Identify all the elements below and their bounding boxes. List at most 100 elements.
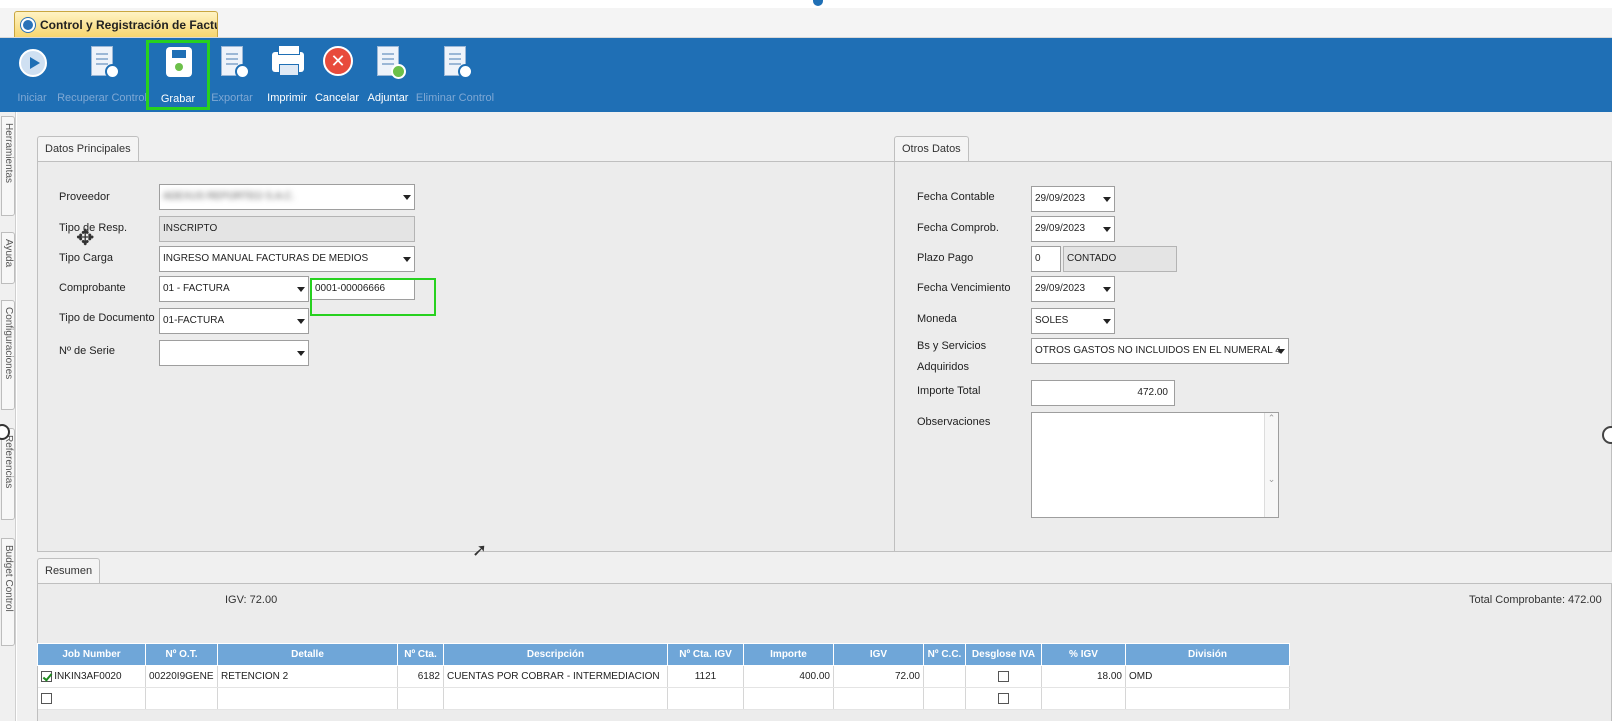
tipo-documento-select[interactable]: 01-FACTURA [159, 308, 309, 334]
importe-total-input[interactable]: 472.00 [1031, 380, 1175, 406]
serie-label: Nº de Serie [59, 345, 115, 357]
desglose-checkbox[interactable] [998, 692, 1009, 704]
fecha-comprob-picker[interactable]: 29/09/2023 [1031, 216, 1115, 242]
chevron-down-icon [1103, 287, 1111, 292]
side-tab-herramientas[interactable]: Herramientas [1, 116, 15, 216]
proveedor-select[interactable]: ADEXUS REPORTEO S.A.C. [159, 184, 415, 210]
bienes-servicios-label-2: Adquiridos [917, 361, 969, 373]
pct-igv-cell[interactable] [1041, 687, 1126, 710]
proveedor-value: ADEXUS REPORTEO S.A.C. [163, 191, 295, 202]
row-select-checkbox[interactable] [40, 692, 52, 704]
move-cursor-icon: ✥ [76, 226, 95, 251]
tab-resumen[interactable]: Resumen [37, 558, 101, 584]
importe-cell[interactable]: 400.00 [743, 665, 834, 688]
column-header[interactable]: Nº Cta. IGV [667, 643, 744, 666]
igv-cell[interactable] [833, 687, 924, 710]
observaciones-scrollbar[interactable]: ⌃ ⌄ [1264, 413, 1278, 517]
column-header[interactable]: Job Number [37, 643, 146, 666]
adjuntar-button[interactable]: Adjuntar [364, 42, 412, 108]
division-cell[interactable]: OMD [1125, 665, 1290, 688]
serie-select[interactable] [159, 340, 309, 366]
column-header[interactable]: Nº Cta. [397, 643, 444, 666]
moneda-select[interactable]: SOLES [1031, 308, 1115, 334]
observaciones-textarea[interactable]: ⌃ ⌄ [1031, 412, 1279, 518]
moneda-value: SOLES [1035, 315, 1069, 326]
total-comprobante-summary: Total Comprobante: 472.00 [1469, 594, 1602, 606]
column-header[interactable]: Desglose IVA [965, 643, 1042, 666]
ot-cell[interactable]: 00220I9GENE [145, 665, 218, 688]
column-header[interactable]: Nº C.C. [923, 643, 966, 666]
cta-cell[interactable]: 6182 [397, 665, 444, 688]
document-tab-strip: Control y Registración de Factura... [0, 8, 1612, 38]
cc-cell[interactable] [923, 687, 966, 710]
cancelar-button[interactable]: ✕ Cancelar [314, 42, 360, 108]
comprobante-select[interactable]: 01 - FACTURA [159, 276, 309, 302]
tab-otros-datos[interactable]: Otros Datos [894, 136, 969, 162]
plazo-pago-input[interactable]: 0 [1031, 246, 1061, 272]
detalle-cell[interactable]: RETENCION 2 [217, 665, 398, 688]
fecha-vencimiento-picker[interactable]: 29/09/2023 [1031, 276, 1115, 302]
tab-datos-principales[interactable]: Datos Principales [37, 136, 139, 162]
side-tab-ayuda[interactable]: Ayuda [1, 232, 15, 284]
chevron-down-icon [1103, 227, 1111, 232]
pct-igv-cell[interactable]: 18.00 [1041, 665, 1126, 688]
descripcion-cell[interactable]: CUENTAS POR COBRAR - INTERMEDIACION [443, 665, 668, 688]
desglose-cell[interactable] [965, 687, 1042, 710]
cta-igv-cell[interactable]: 1121 [667, 665, 744, 688]
chevron-down-icon [1277, 349, 1285, 354]
job-number-value: INKIN3AF0020 [54, 671, 122, 683]
side-tab-configuraciones[interactable]: Configuraciones [1, 300, 15, 410]
side-tab-label: Referencias [3, 435, 14, 489]
side-tab-referencias[interactable]: Referencias [1, 428, 15, 520]
imprimir-button[interactable]: Imprimir [264, 42, 310, 108]
bienes-servicios-label: Bs y Servicios [917, 340, 987, 352]
grabar-button[interactable]: Grabar [146, 40, 210, 110]
bienes-servicios-select[interactable]: OTROS GASTOS NO INCLUIDOS EN EL NUMERAL … [1031, 338, 1289, 364]
column-header[interactable]: Nº O.T. [145, 643, 218, 666]
fecha-comprob-value: 29/09/2023 [1035, 223, 1086, 234]
side-tab-budget-control[interactable]: Budget Control [1, 538, 15, 646]
tipo-resp-value: INSCRIPTO [163, 223, 218, 234]
table-row[interactable]: INKIN3AF0020 00220I9GENE RETENCION 2 618… [37, 665, 1290, 688]
importe-total-label: Importe Total [917, 385, 981, 397]
igv-cell[interactable]: 72.00 [833, 665, 924, 688]
column-header[interactable]: Descripción [443, 643, 668, 666]
column-header[interactable]: Importe [743, 643, 834, 666]
desglose-checkbox[interactable] [998, 670, 1009, 682]
row-select-checkbox[interactable] [40, 670, 52, 682]
exportar-button[interactable]: Exportar [208, 42, 256, 108]
plazo-pago-desc-value: CONTADO [1067, 253, 1117, 264]
job-number-cell[interactable] [37, 687, 146, 710]
column-header[interactable]: Detalle [217, 643, 398, 666]
cc-cell[interactable] [923, 665, 966, 688]
cta-cell[interactable] [397, 687, 444, 710]
comprobante-label: Comprobante [59, 282, 126, 294]
ot-cell[interactable] [145, 687, 218, 710]
importe-cell[interactable] [743, 687, 834, 710]
column-header[interactable]: IGV [833, 643, 924, 666]
descripcion-cell[interactable] [443, 687, 668, 710]
side-tab-label: Budget Control [3, 545, 14, 612]
tipo-carga-select[interactable]: INGRESO MANUAL FACTURAS DE MEDIOS [159, 246, 415, 272]
iniciar-button[interactable]: Iniciar [10, 42, 54, 108]
moneda-label: Moneda [917, 313, 957, 325]
desglose-cell[interactable] [965, 665, 1042, 688]
detalle-cell[interactable] [217, 687, 398, 710]
cta-igv-cell[interactable] [667, 687, 744, 710]
tipo-documento-value: 01-FACTURA [163, 315, 225, 326]
table-row[interactable] [37, 687, 1290, 710]
recuperar-control-button[interactable]: Recuperar Control [57, 42, 147, 108]
eliminar-control-button[interactable]: Eliminar Control [414, 42, 496, 108]
document-tab[interactable]: Control y Registración de Factura... [14, 11, 218, 37]
column-header[interactable]: División [1125, 643, 1290, 666]
document-tab-title: Control y Registración de Factura... [40, 17, 217, 32]
side-tab-label: Herramientas [3, 123, 14, 184]
chevron-down-icon [403, 195, 411, 200]
column-header[interactable]: % IGV [1041, 643, 1126, 666]
job-number-cell[interactable]: INKIN3AF0020 [37, 665, 146, 688]
plazo-pago-descripcion: CONTADO [1063, 246, 1177, 272]
play-icon [16, 46, 48, 84]
toolbar: Iniciar Recuperar Control Grabar Exporta… [0, 38, 1612, 112]
division-cell[interactable] [1125, 687, 1290, 710]
fecha-contable-picker[interactable]: 29/09/2023 [1031, 186, 1115, 212]
